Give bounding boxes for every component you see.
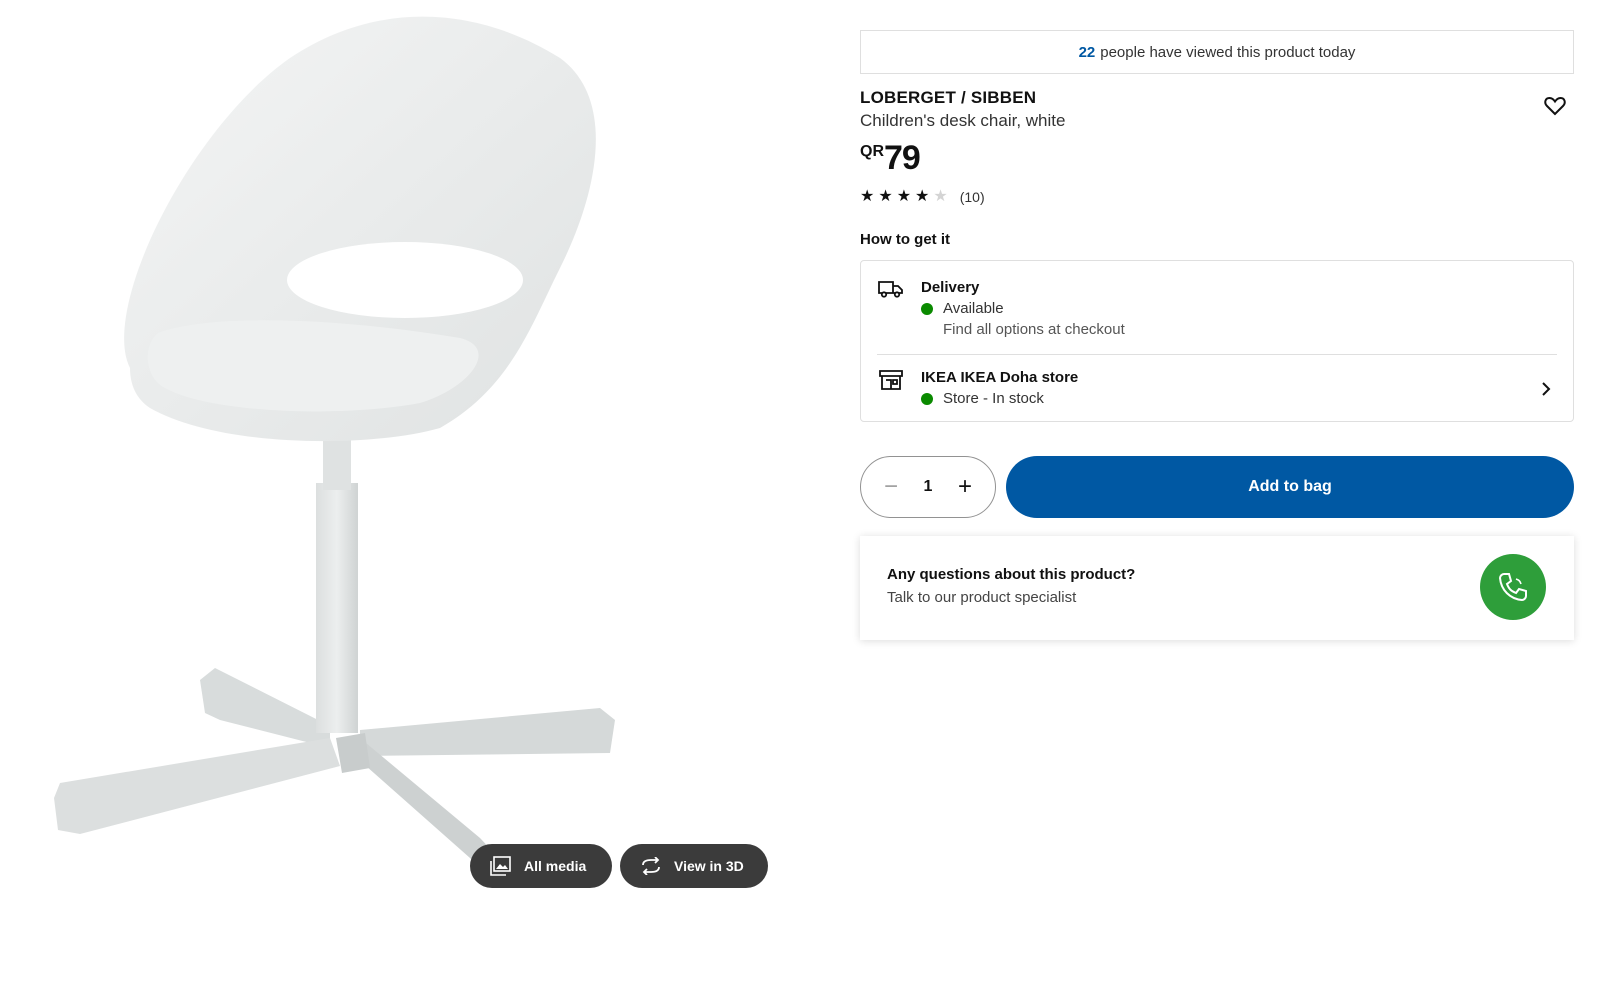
delivery-subtext: Find all options at checkout	[943, 321, 1125, 338]
all-media-label: All media	[524, 858, 587, 874]
rating-stars: ★ ★ ★ ★ ★	[860, 189, 952, 205]
price-currency: QR	[860, 143, 884, 160]
product-title-block: LOBERGET / SIBBEN Children's desk chair,…	[860, 88, 1574, 131]
star-empty-icon: ★	[933, 188, 948, 205]
call-specialist-button[interactable]	[1480, 554, 1546, 620]
all-media-button[interactable]: All media	[470, 844, 612, 888]
rotate-3d-icon	[642, 857, 660, 875]
purchase-row: − 1 + Add to bag	[860, 456, 1574, 518]
store-option[interactable]: IKEA IKEA Doha store Store - In stock	[877, 354, 1557, 421]
questions-title: Any questions about this product?	[887, 566, 1136, 583]
delivery-label: Delivery	[921, 279, 980, 296]
store-label: IKEA IKEA Doha store	[921, 369, 1079, 386]
rating[interactable]: ★ ★ ★ ★ ★ (10)	[860, 189, 1574, 206]
truck-icon	[878, 281, 903, 298]
product-media: All media View in 3D	[0, 0, 800, 1004]
in-stock-dot-icon	[921, 392, 933, 405]
how-to-get-heading: How to get it	[860, 231, 950, 248]
store-status: Store - In stock	[921, 390, 1078, 407]
increase-quantity-button[interactable]: +	[953, 473, 977, 501]
star-icon: ★	[860, 188, 875, 205]
questions-subtitle: Talk to our product specialist	[887, 589, 1077, 606]
delivery-status-text: Available	[943, 300, 1004, 317]
viewed-banner: 22 people have viewed this product today	[860, 30, 1574, 74]
viewed-text: people have viewed this product today	[1100, 43, 1356, 61]
heart-icon[interactable]	[1544, 96, 1566, 116]
phone-icon	[1498, 573, 1527, 602]
product-info-panel: 22 people have viewed this product today…	[860, 30, 1574, 640]
decrease-quantity-button[interactable]: −	[879, 473, 903, 501]
product-description: Children's desk chair, white	[860, 111, 1066, 130]
available-dot-icon	[921, 302, 933, 315]
add-to-bag-button[interactable]: Add to bag	[1006, 456, 1574, 518]
delivery-status: Available	[921, 300, 1125, 317]
viewed-count: 22	[1078, 43, 1096, 61]
quantity-value[interactable]: 1	[924, 478, 933, 496]
quantity-stepper: − 1 +	[860, 456, 996, 518]
review-count[interactable]: (10)	[960, 189, 985, 205]
product-name: LOBERGET / SIBBEN	[860, 88, 1037, 107]
price-amount: 79	[884, 139, 921, 177]
price: QR 79	[860, 139, 1574, 177]
star-icon: ★	[878, 188, 893, 205]
delivery-option: Delivery Available Find all options at c…	[877, 261, 1557, 354]
store-icon	[879, 370, 903, 390]
fulfillment-options: Delivery Available Find all options at c…	[860, 260, 1574, 422]
star-icon: ★	[915, 188, 930, 205]
view-in-3d-label: View in 3D	[674, 858, 744, 874]
product-image[interactable]	[40, 8, 640, 898]
star-icon: ★	[896, 188, 912, 205]
gallery-icon	[490, 856, 511, 876]
questions-card: Any questions about this product? Talk t…	[860, 536, 1574, 640]
store-status-text: Store - In stock	[943, 390, 1044, 407]
chevron-right-icon[interactable]	[1541, 381, 1551, 397]
view-in-3d-button[interactable]: View in 3D	[620, 844, 768, 888]
